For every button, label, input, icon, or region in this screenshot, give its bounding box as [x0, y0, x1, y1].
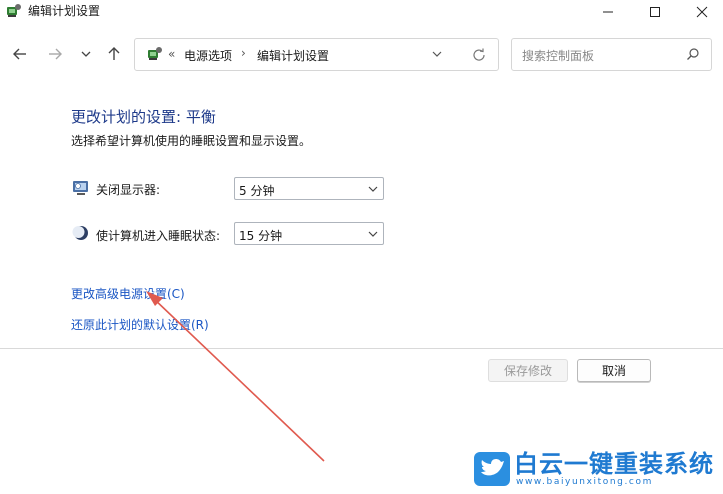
watermark-title: 白云一键重装系统	[514, 450, 714, 478]
annotation-arrow	[146, 291, 325, 462]
watermark-url: www.baiyunxitong.com	[516, 477, 653, 487]
bird-logo-icon	[474, 452, 510, 486]
